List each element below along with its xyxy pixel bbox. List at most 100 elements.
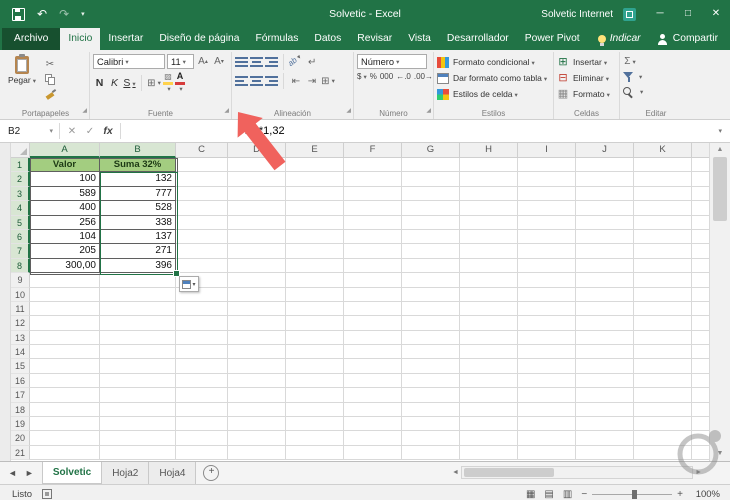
- cell-E5[interactable]: [286, 215, 344, 230]
- row-header-9[interactable]: 9: [11, 273, 30, 288]
- comma-style-icon[interactable]: 000: [380, 72, 393, 81]
- cell-partial-8[interactable]: [692, 259, 709, 274]
- cell-G12[interactable]: [402, 316, 460, 331]
- cell-K9[interactable]: [634, 273, 692, 288]
- cell-H15[interactable]: [460, 359, 518, 374]
- cell-D6[interactable]: [228, 229, 286, 245]
- font-dialog-launcher-icon[interactable]: [221, 107, 229, 117]
- cell-partial-14[interactable]: [692, 345, 709, 360]
- fill-color-icon[interactable]: ▨: [163, 72, 173, 94]
- cell-G15[interactable]: [402, 359, 460, 374]
- ribbon-tab-vista[interactable]: Vista: [400, 28, 439, 50]
- borders-icon[interactable]: ⊞: [147, 76, 161, 90]
- cell-H10[interactable]: [460, 287, 518, 302]
- sheet-tab-solvetic[interactable]: Solvetic: [41, 462, 103, 484]
- cell-B12[interactable]: [100, 316, 176, 331]
- bold-button[interactable]: N: [93, 77, 106, 89]
- cell-F9[interactable]: [344, 273, 402, 288]
- horizontal-scroll-track[interactable]: [460, 466, 694, 479]
- increase-font-icon[interactable]: A: [196, 55, 210, 69]
- cell-K13[interactable]: [634, 330, 692, 346]
- cell-D15[interactable]: [228, 359, 286, 374]
- cell-H4[interactable]: [460, 201, 518, 216]
- cell-C17[interactable]: [176, 388, 228, 403]
- cell-partial-5[interactable]: [692, 216, 709, 230]
- paste-button[interactable]: Pegar: [5, 54, 39, 101]
- column-header-F[interactable]: F: [344, 143, 402, 158]
- cell-K7[interactable]: [634, 244, 692, 259]
- cell-B18[interactable]: [100, 402, 176, 418]
- cell-A17[interactable]: [30, 388, 100, 403]
- cell-C3[interactable]: [176, 186, 228, 202]
- cell-J15[interactable]: [576, 359, 634, 374]
- cell-partial-19[interactable]: [692, 417, 709, 432]
- cell-partial-11[interactable]: [692, 302, 709, 317]
- cell-A14[interactable]: [30, 345, 100, 360]
- alignment-dialog-launcher-icon[interactable]: [343, 107, 351, 117]
- cell-G7[interactable]: [402, 244, 460, 259]
- cell-H7[interactable]: [460, 244, 518, 259]
- maximize-button[interactable]: □: [674, 0, 702, 28]
- cell-D20[interactable]: [228, 431, 286, 446]
- cell-F16[interactable]: [344, 373, 402, 389]
- cell-I17[interactable]: [518, 388, 576, 403]
- cell-H1[interactable]: [460, 158, 518, 173]
- cell-H18[interactable]: [460, 402, 518, 418]
- cell-C18[interactable]: [176, 402, 228, 418]
- find-select-icon[interactable]: [623, 87, 632, 96]
- cell-D9[interactable]: [228, 273, 286, 288]
- cell-B19[interactable]: [100, 417, 176, 432]
- cell-J16[interactable]: [576, 373, 634, 389]
- ribbon-display-options-icon[interactable]: [623, 7, 636, 21]
- cell-F5[interactable]: [344, 215, 402, 230]
- italic-button[interactable]: K: [108, 77, 121, 89]
- cell-J17[interactable]: [576, 388, 634, 403]
- cell-A20[interactable]: [30, 431, 100, 446]
- cell-F8[interactable]: [344, 258, 402, 274]
- cell-F3[interactable]: [344, 186, 402, 202]
- cell-A3[interactable]: 589: [30, 186, 100, 202]
- wrap-text-icon[interactable]: ↵: [305, 55, 319, 69]
- cell-K15[interactable]: [634, 359, 692, 374]
- cell-F12[interactable]: [344, 316, 402, 331]
- cell-B1[interactable]: Suma 32%: [100, 158, 176, 173]
- cell-E1[interactable]: [286, 158, 344, 173]
- select-all-corner[interactable]: [11, 143, 30, 158]
- cell-partial-21[interactable]: [692, 446, 709, 461]
- cell-partial-10[interactable]: [692, 288, 709, 302]
- cell-F21[interactable]: [344, 445, 402, 461]
- ribbon-tab-power-pivot[interactable]: Power Pivot: [517, 28, 588, 50]
- cell-D18[interactable]: [228, 402, 286, 418]
- cell-K4[interactable]: [634, 201, 692, 216]
- cell-G17[interactable]: [402, 388, 460, 403]
- undo-icon[interactable]: ↶: [37, 8, 47, 20]
- styles-item-formato-condicional[interactable]: Formato condicional: [437, 54, 550, 70]
- cell-H9[interactable]: [460, 273, 518, 288]
- row-header-20[interactable]: 20: [11, 431, 30, 446]
- tell-me-box[interactable]: Indicar: [597, 28, 641, 50]
- cell-F15[interactable]: [344, 359, 402, 374]
- cell-H16[interactable]: [460, 373, 518, 389]
- cell-E6[interactable]: [286, 229, 344, 245]
- cell-C2[interactable]: [176, 172, 228, 187]
- cell-partial-20[interactable]: [692, 431, 709, 446]
- cell-A7[interactable]: 205: [30, 244, 100, 259]
- cell-B13[interactable]: [100, 330, 176, 346]
- cell-partial-15[interactable]: [692, 359, 709, 374]
- row-header-6[interactable]: 6: [11, 229, 30, 245]
- column-header-B[interactable]: B: [100, 143, 176, 158]
- cell-I8[interactable]: [518, 258, 576, 274]
- cell-J3[interactable]: [576, 186, 634, 202]
- cell-B20[interactable]: [100, 431, 176, 446]
- row-header-2[interactable]: 2: [11, 172, 30, 187]
- cell-partial-12[interactable]: [692, 316, 709, 331]
- cell-E9[interactable]: [286, 273, 344, 288]
- save-icon[interactable]: [12, 7, 25, 21]
- row-header-12[interactable]: 12: [11, 316, 30, 331]
- cell-E14[interactable]: [286, 345, 344, 360]
- cell-H8[interactable]: [460, 258, 518, 274]
- cell-J12[interactable]: [576, 316, 634, 331]
- page-layout-view-icon[interactable]: ▤: [544, 489, 553, 500]
- cell-B4[interactable]: 528: [100, 201, 176, 216]
- share-button[interactable]: Compartir: [645, 28, 730, 50]
